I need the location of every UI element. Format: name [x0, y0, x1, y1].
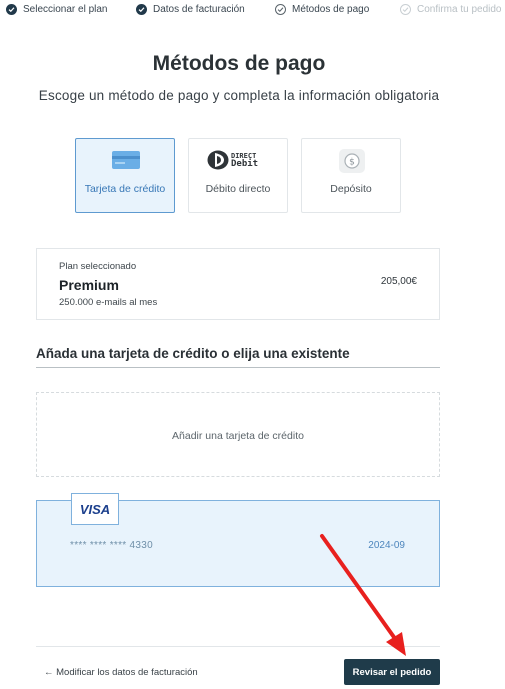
method-label: Depósito — [330, 183, 372, 195]
red-arrow-annotation — [320, 534, 406, 656]
check-circle-icon — [136, 4, 147, 15]
divider — [36, 367, 440, 368]
plan-price: 205,00€ — [380, 276, 417, 287]
step-label: Seleccionar el plan — [23, 4, 108, 15]
back-to-billing-link[interactable]: ← Modificar los datos de facturación — [44, 667, 198, 678]
card-number: **** **** **** 4330 — [70, 540, 153, 551]
page-title: Métodos de pago — [152, 52, 326, 75]
direct-debit-logo: DIRECT Debit — [207, 150, 258, 170]
method-credit-card[interactable]: Tarjeta de crédito — [75, 138, 175, 213]
check-circle-outline-icon — [275, 4, 286, 15]
step-select-plan[interactable]: Seleccionar el plan — [6, 4, 108, 15]
step-label: Confirma tu pedido — [417, 4, 502, 15]
checkout-stepper: Seleccionar el plan Datos de facturación… — [0, 0, 505, 22]
step-label: Datos de facturación — [153, 4, 245, 15]
step-payment-methods: Métodos de pago — [275, 4, 369, 15]
cards-section-title: Añada una tarjeta de crédito o elija una… — [36, 346, 350, 361]
check-circle-icon — [6, 4, 17, 15]
method-label: Tarjeta de crédito — [84, 183, 166, 195]
step-confirm-order: Confirma tu pedido — [400, 4, 502, 15]
add-credit-card-label: Añadir una tarjeta de crédito — [172, 430, 304, 442]
step-billing-data[interactable]: Datos de facturación — [136, 4, 245, 15]
svg-text:$: $ — [349, 158, 355, 168]
credit-card-icon — [112, 151, 140, 174]
method-label: Débito directo — [205, 183, 271, 195]
plan-name: Premium — [59, 277, 119, 293]
dollar-coin-icon: $ — [339, 149, 365, 178]
visa-logo: VISA — [71, 493, 119, 525]
review-order-button[interactable]: Revisar el pedido — [344, 659, 440, 685]
step-label: Métodos de pago — [292, 4, 370, 15]
check-circle-outline-icon — [400, 4, 411, 15]
selected-plan-box: Plan seleccionado Premium 250.000 e-mail… — [36, 248, 440, 320]
plan-caption: Plan seleccionado — [59, 261, 137, 272]
plan-description: 250.000 e-mails al mes — [59, 297, 158, 308]
direct-debit-logo-text: Debit — [231, 159, 259, 169]
add-credit-card-button[interactable]: Añadir una tarjeta de crédito — [36, 392, 440, 477]
method-deposit[interactable]: $ Depósito — [301, 138, 401, 213]
page-subtitle: Escoge un método de pago y completa la i… — [38, 88, 440, 103]
method-direct-debit[interactable]: DIRECT Debit Débito directo — [188, 138, 288, 213]
